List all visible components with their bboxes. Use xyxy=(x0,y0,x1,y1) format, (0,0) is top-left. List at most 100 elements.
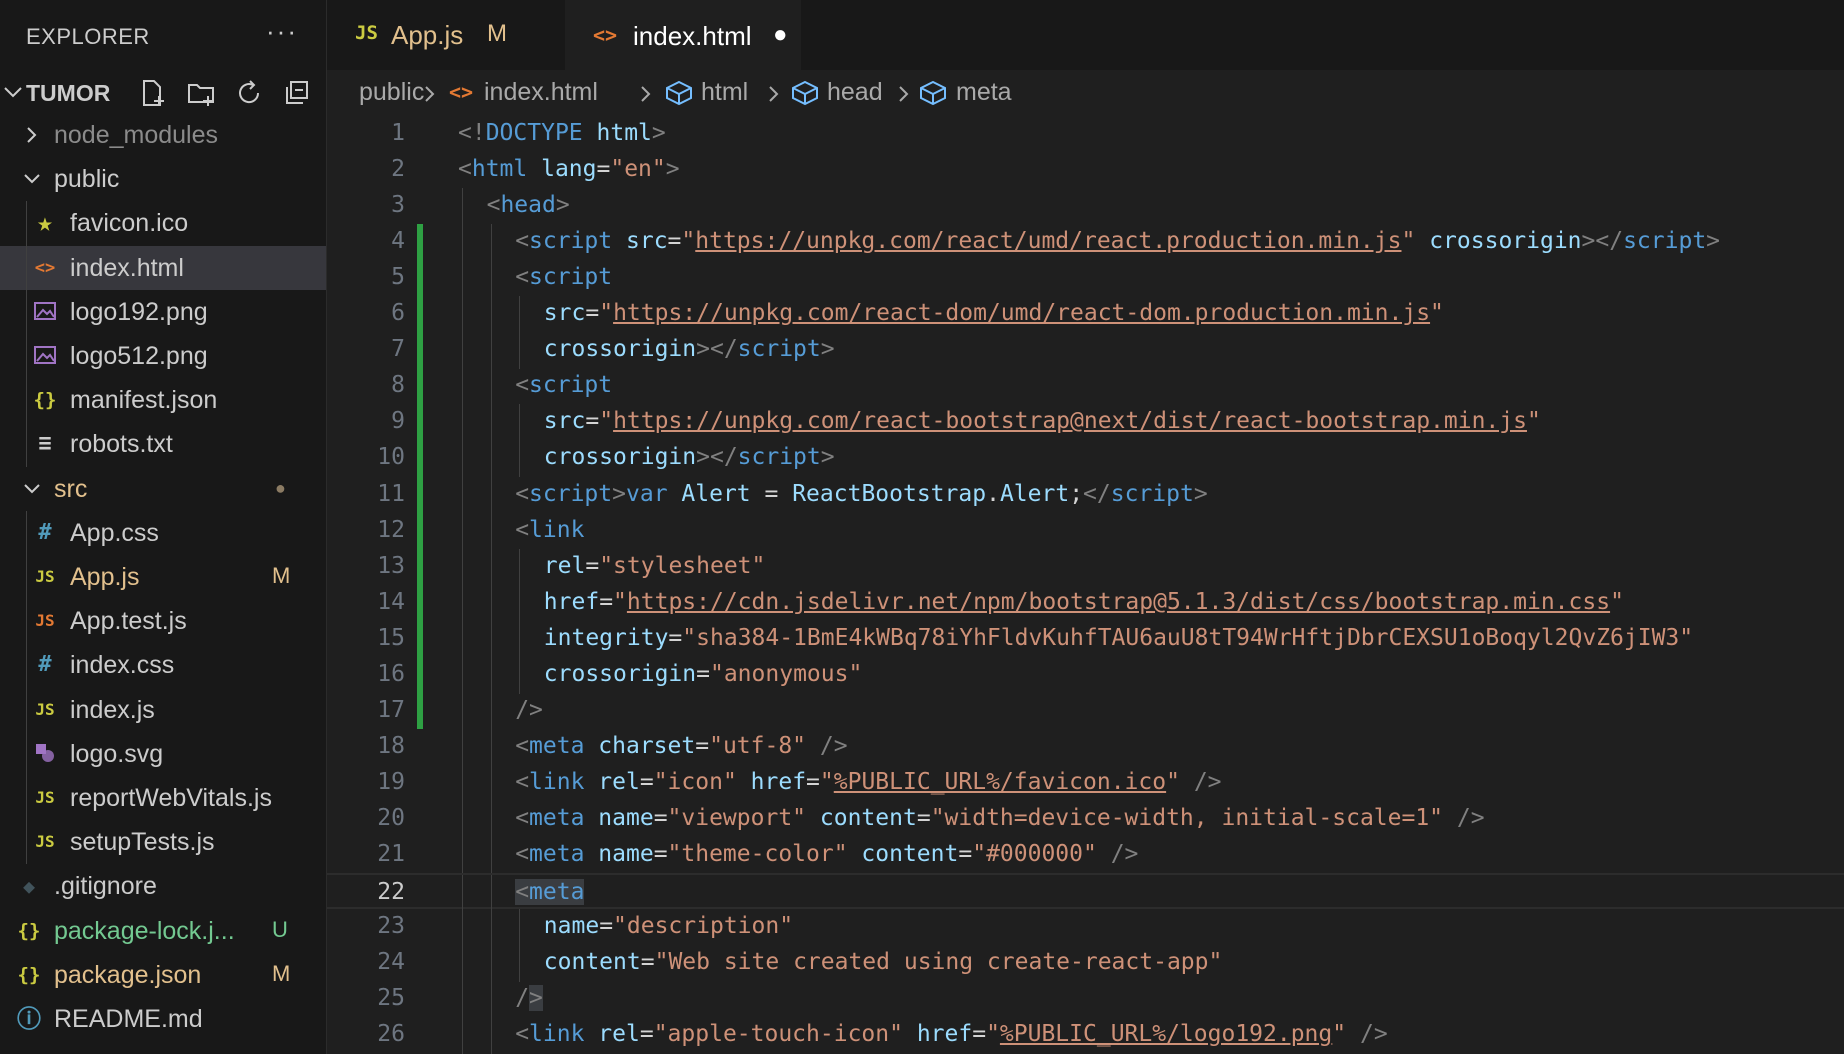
refresh-icon[interactable] xyxy=(234,78,264,108)
tree-file[interactable]: {} package.json M xyxy=(0,953,326,997)
tree-file[interactable]: <> index.html xyxy=(0,245,326,290)
line-number: 12 xyxy=(377,516,405,543)
indent-guide xyxy=(462,875,463,913)
code-text: /> xyxy=(515,985,543,1012)
code-line[interactable]: 4 <script src="https://unpkg.com/react/um… xyxy=(327,224,1844,262)
json-icon: {} xyxy=(17,919,41,942)
code-line[interactable]: 21 <meta name="theme-color" content="#000… xyxy=(327,837,1844,874)
unsaved-dot-icon[interactable]: ● xyxy=(773,21,788,49)
code-line[interactable]: 15 integrity="sha384-1BmE4kWBq78iYhFldvKu… xyxy=(327,620,1844,658)
tree-file[interactable]: JS index.js xyxy=(0,688,326,732)
code-line[interactable]: 3 <head> xyxy=(327,188,1844,226)
code-line[interactable]: 14 href="https://cdn.jsdelivr.net/npm/boo… xyxy=(327,584,1844,622)
code-text: <meta name="viewport" content="width=dev… xyxy=(515,804,1485,831)
code-line[interactable]: 17 /> xyxy=(327,692,1844,730)
more-actions-icon[interactable]: ··· xyxy=(266,16,298,47)
tree-folder[interactable]: src ● xyxy=(0,467,326,511)
code-line[interactable]: 6 src="https://unpkg.com/react-dom/umd/re… xyxy=(327,296,1844,334)
tree-file[interactable]: logo192.png xyxy=(0,290,326,334)
code-line[interactable]: 19 <link rel="icon" href="%PUBLIC_URL%/fa… xyxy=(327,764,1844,802)
indent-guide xyxy=(462,296,463,334)
tree-file[interactable]: {} manifest.json xyxy=(0,378,326,422)
html-icon: <> xyxy=(593,23,618,47)
git-status-badge: M xyxy=(272,563,291,588)
tree-item-label: App.test.js xyxy=(70,607,187,636)
tree-folder[interactable]: public xyxy=(0,157,326,201)
tree-item-label: public xyxy=(54,165,120,194)
tree-file[interactable]: JS App.js M xyxy=(0,555,326,599)
code-line[interactable]: 9 src="https://unpkg.com/react-bootstrap@… xyxy=(327,404,1844,442)
code-text: <script xyxy=(515,264,613,291)
code-line[interactable]: 24 content="Web site created using create… xyxy=(327,945,1844,983)
code-line[interactable]: 12 <link xyxy=(327,512,1844,550)
breadcrumb: public <> index.html html head meta xyxy=(327,70,1844,116)
svg-icon xyxy=(32,741,58,767)
code-line[interactable]: 25 /> xyxy=(327,981,1844,1019)
tree-file[interactable]: ★ favicon.ico xyxy=(0,201,326,245)
line-number: 1 xyxy=(391,120,405,146)
indent-guide xyxy=(26,510,27,865)
indent-guide xyxy=(462,584,463,622)
code-line[interactable]: 20 <meta name="viewport" content="width=d… xyxy=(327,800,1844,838)
code-line[interactable]: 7 crossorigin></script> xyxy=(327,332,1844,370)
code-line[interactable]: 11 <script>var Alert = ReactBootstrap.Ale… xyxy=(327,476,1844,514)
tab-index-html[interactable]: <> index.html ● xyxy=(565,0,801,71)
code-text: <meta name="theme-color" content="#00000… xyxy=(515,841,1139,867)
chevron-down-icon xyxy=(24,483,40,494)
tree-file[interactable]: JS reportWebVitals.js xyxy=(0,776,326,820)
project-root[interactable]: TUMOR xyxy=(0,72,326,112)
code-line[interactable]: 1 <!DOCTYPE html> xyxy=(327,116,1844,152)
text-lines-icon: ≡ xyxy=(38,431,52,457)
indent-guide xyxy=(490,224,492,262)
code-editor[interactable]: 1 <!DOCTYPE html> 2 <html lang="en"> 3 <head>… xyxy=(327,116,1844,1054)
code-text: crossorigin="anonymous" xyxy=(543,660,863,687)
breadcrumb-item-head[interactable]: head xyxy=(827,78,883,107)
tree-file[interactable]: logo.svg xyxy=(0,732,326,776)
tree-file[interactable]: # index.css xyxy=(0,643,326,687)
indent-guide xyxy=(519,945,521,983)
css-icon: # xyxy=(38,519,52,545)
tree-file[interactable]: ≡ robots.txt xyxy=(0,422,326,466)
code-line[interactable]: 5 <script xyxy=(327,260,1844,298)
indent-guide xyxy=(490,512,492,550)
breadcrumb-item-html[interactable]: html xyxy=(701,78,748,107)
code-text: <link rel="icon" href="%PUBLIC_URL%/favi… xyxy=(515,768,1222,795)
code-line[interactable]: 16 crossorigin="anonymous" xyxy=(327,656,1844,694)
tree-file[interactable]: {} package-lock.j... U xyxy=(0,909,326,953)
code-line[interactable]: 10 crossorigin></script> xyxy=(327,440,1844,478)
code-line[interactable]: 8 <script xyxy=(327,368,1844,406)
indent-guide xyxy=(490,332,492,370)
tab-app-js[interactable]: JS App.js M xyxy=(327,0,563,70)
code-line[interactable]: 18 <meta charset="utf-8" /> xyxy=(327,728,1844,766)
indent-guide xyxy=(490,440,492,478)
code-line[interactable]: 13 rel="stylesheet" xyxy=(327,548,1844,586)
collapse-all-icon[interactable] xyxy=(282,78,312,108)
html-icon: <> xyxy=(34,257,56,278)
tree-file[interactable]: ⓘ README.md xyxy=(0,997,326,1041)
breadcrumb-item-public[interactable]: public xyxy=(359,78,424,107)
html-icon: <> xyxy=(449,80,474,104)
tree-file[interactable]: ◆ .gitignore xyxy=(0,864,326,908)
json-icon: {} xyxy=(33,389,57,412)
tab-label: index.html xyxy=(633,21,752,51)
indent-guide xyxy=(462,224,463,262)
new-folder-icon[interactable] xyxy=(186,78,216,108)
tree-file[interactable]: # App.css xyxy=(0,511,326,555)
new-file-icon[interactable] xyxy=(138,78,168,108)
chevron-right-icon xyxy=(425,86,435,102)
breadcrumb-item-file[interactable]: index.html xyxy=(484,78,598,107)
code-line[interactable]: 22 <meta xyxy=(327,873,1844,913)
tree-folder[interactable]: node_modules xyxy=(0,113,326,157)
tree-file[interactable]: JS setupTests.js xyxy=(0,820,326,864)
js-icon: JS xyxy=(35,788,55,807)
indent-guide xyxy=(462,1017,463,1054)
breadcrumb-item-meta[interactable]: meta xyxy=(956,78,1012,107)
code-line[interactable]: 26 <link rel="apple-touch-icon" href="%PU… xyxy=(327,1017,1844,1054)
tree-file[interactable]: logo512.png xyxy=(0,334,326,378)
git-added-gutter-marker[interactable] xyxy=(417,224,423,729)
code-line[interactable]: 2 <html lang="en"> xyxy=(327,152,1844,188)
tree-file[interactable]: JS App.test.js xyxy=(0,599,326,643)
code-line[interactable]: 23 name="description" xyxy=(327,909,1844,947)
tree-item-label: logo.svg xyxy=(70,739,164,768)
chevron-right-icon xyxy=(769,86,779,102)
